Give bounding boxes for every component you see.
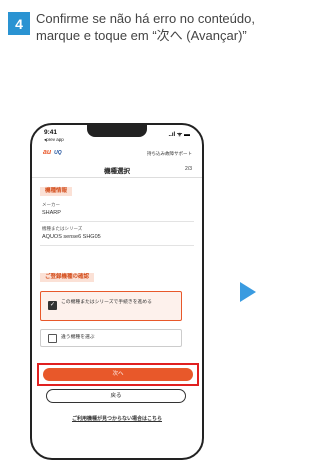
option-same-device[interactable]: ✓ この機種またはシリーズで手続きを進める [40,291,182,321]
status-time: 9:41 [44,129,58,136]
option-other-device-label: 違う機種を選ぶ [61,335,95,340]
phone-notch [87,125,147,137]
option-same-device-label: この機種またはシリーズで手続きを進める [61,300,152,305]
page-title-bar: 機種選択 2/3 [32,163,202,178]
confirm-section-title: ご登録機種の確認 [40,273,95,282]
page-title: 機種選択 [104,168,130,175]
back-button[interactable]: 戻る [46,389,186,403]
maker-label: メーカー [42,202,60,207]
next-button-highlight: 次へ [37,363,199,386]
series-value: AQUOS sense6 SHG05 [42,234,101,240]
brand-logo: au UQ [43,149,62,156]
checkbox-unchecked[interactable] [48,334,57,343]
app-header: au UQ 持ち込み故障サポート [32,147,202,161]
instruction-text: Confirme se não há erro no conteúdo, mar… [36,11,255,43]
divider [40,221,194,222]
next-step-arrow-icon [240,282,256,302]
device-info-section-title: 機種情報 [40,187,73,196]
option-other-device[interactable]: 違う機種を選ぶ [40,329,182,347]
status-bar-left: 9:41 ◂prev app [44,129,64,143]
status-icons: ..ıl ᯤ ▬ [168,132,190,138]
step-number-badge: 4 [8,12,30,35]
divider [40,245,194,246]
phone-mockup: 9:41 ◂prev app ..ıl ᯤ ▬ au UQ 持ち込み故障サポート … [30,123,204,460]
page-step-count: 2/3 [185,166,192,172]
next-button[interactable]: 次へ [43,368,193,381]
maker-value: SHARP [42,210,61,216]
series-label: 機種またはシリーズ [42,226,83,231]
device-not-found-link[interactable]: ご利用機種が見つからない場合はこちら [32,415,202,422]
support-title: 持ち込み故障サポート [147,151,192,156]
checkbox-checked[interactable]: ✓ [48,301,57,310]
status-back-app[interactable]: ◂prev app [44,136,64,143]
